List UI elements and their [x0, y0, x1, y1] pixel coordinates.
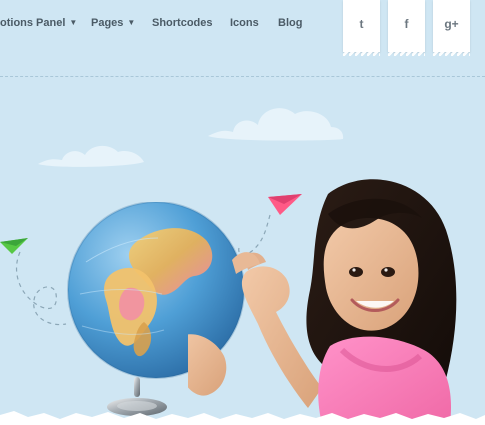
- child-illustration: [188, 179, 457, 424]
- nav-item-blog[interactable]: Blog: [278, 17, 302, 29]
- chevron-down-icon: ▼: [127, 17, 136, 27]
- chevron-down-icon: ▼: [69, 17, 78, 27]
- cloud-icon: [38, 145, 144, 167]
- cloud-icon: [208, 108, 344, 141]
- header-dashed-divider: [0, 76, 485, 77]
- torn-paper-edge: [0, 411, 485, 425]
- nav-item-label: otions Panel: [0, 17, 66, 29]
- nav-item-label: Pages: [91, 17, 124, 29]
- nav-item-label: Icons: [230, 17, 259, 29]
- nav-item-icons[interactable]: Icons: [230, 17, 259, 29]
- nav-item-pages[interactable]: Pages ▼: [91, 17, 135, 29]
- nav-item-options-panel[interactable]: otions Panel ▼: [0, 17, 77, 29]
- google-plus-icon: g+: [444, 17, 459, 31]
- google-plus-button[interactable]: g+: [433, 0, 470, 56]
- facebook-button[interactable]: f: [388, 0, 425, 56]
- nav-item-label: Shortcodes: [152, 17, 213, 29]
- twitter-button[interactable]: t: [343, 0, 380, 56]
- nav-item-shortcodes[interactable]: Shortcodes: [152, 17, 213, 29]
- twitter-icon: t: [359, 17, 364, 31]
- nav-item-label: Blog: [278, 17, 303, 29]
- facebook-icon: f: [404, 17, 409, 31]
